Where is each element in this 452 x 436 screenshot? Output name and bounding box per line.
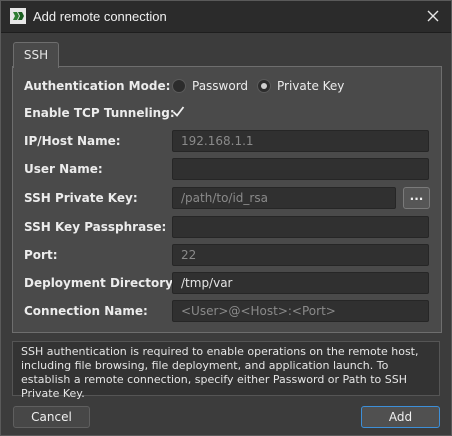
browse-key-button[interactable]: ... xyxy=(403,187,430,209)
auth-mode-label: Authentication Mode: xyxy=(24,79,171,93)
radio-private-key[interactable] xyxy=(257,79,271,93)
port-input[interactable]: 22 xyxy=(172,244,429,266)
app-logo-icon xyxy=(10,8,26,24)
window-title: Add remote connection xyxy=(33,9,167,24)
host-input[interactable]: 192.168.1.1 xyxy=(172,130,429,152)
tcp-tunneling-checkbox[interactable] xyxy=(172,105,185,118)
add-button[interactable]: Add xyxy=(361,406,440,428)
tcp-tunneling-label: Enable TCP Tunneling: xyxy=(24,106,175,120)
user-name-input[interactable] xyxy=(172,158,429,180)
deployment-directory-label: Deployment Directory: xyxy=(24,276,178,290)
user-name-label: User Name: xyxy=(24,162,103,176)
close-icon[interactable] xyxy=(421,5,445,27)
private-key-label: SSH Private Key: xyxy=(24,191,138,205)
port-label: Port: xyxy=(24,248,58,262)
radio-password-label[interactable]: Password xyxy=(192,79,248,93)
add-remote-connection-dialog: Add remote connection SSH Authentication… xyxy=(0,0,452,436)
tab-ssh[interactable]: SSH xyxy=(13,42,59,68)
title-bar: Add remote connection xyxy=(1,1,451,33)
passphrase-input[interactable] xyxy=(172,216,429,238)
cancel-button[interactable]: Cancel xyxy=(13,406,90,428)
radio-password[interactable] xyxy=(172,79,186,93)
deployment-directory-input[interactable]: /tmp/var xyxy=(172,272,429,294)
radio-private-key-label[interactable]: Private Key xyxy=(277,79,344,93)
checkmark-icon xyxy=(172,106,185,117)
info-message: SSH authentication is required to enable… xyxy=(12,341,440,400)
connection-name-label: Connection Name: xyxy=(24,304,148,318)
passphrase-label: SSH Key Passphrase: xyxy=(24,220,167,234)
connection-name-input[interactable]: <User>@<Host>:<Port> xyxy=(172,300,429,322)
private-key-input[interactable]: /path/to/id_rsa xyxy=(172,187,396,209)
host-label: IP/Host Name: xyxy=(24,134,121,148)
